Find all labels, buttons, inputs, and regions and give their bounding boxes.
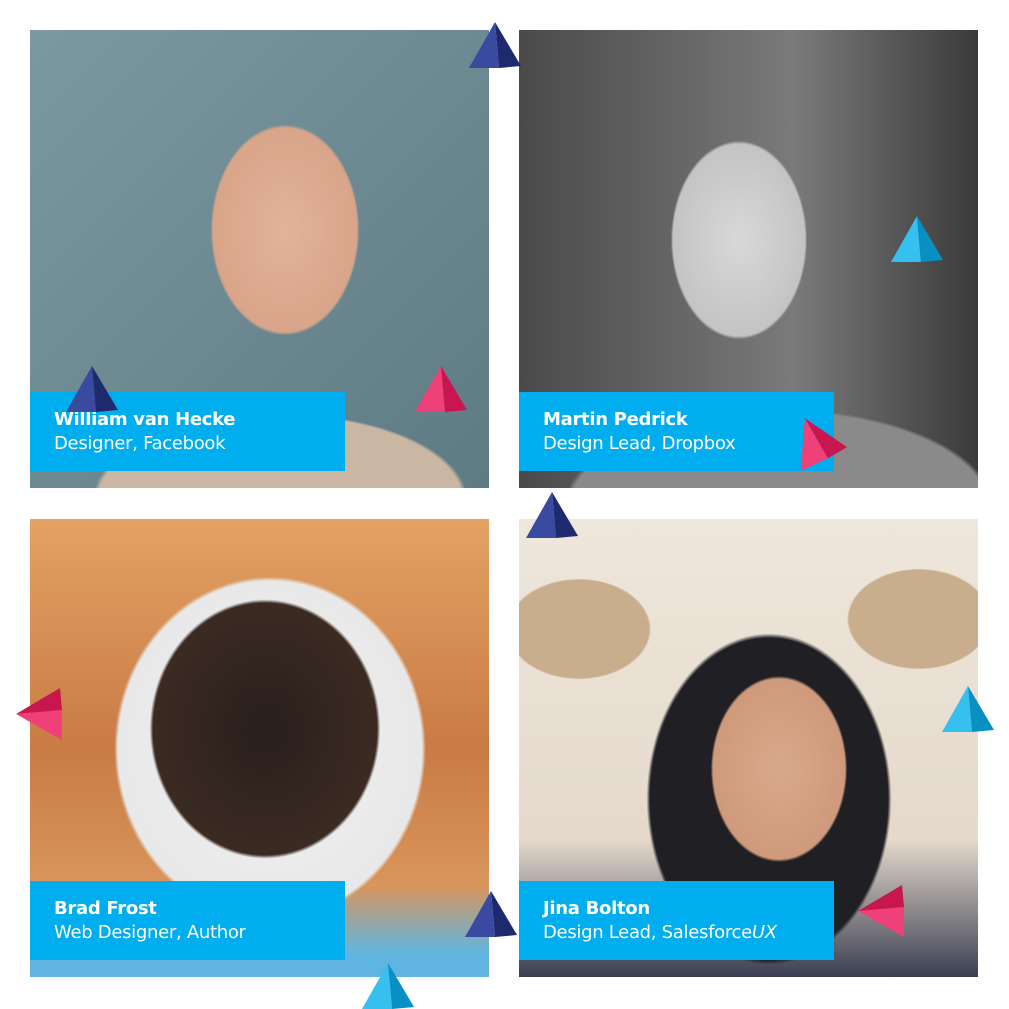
speaker-role: Designer, Facebook <box>54 433 226 454</box>
speaker-role: Design Lead, SalesforceUX <box>543 921 834 945</box>
speaker-label: William van Hecke Designer, Facebook <box>30 392 345 471</box>
speaker-card: William van Hecke Designer, Facebook <box>30 30 489 488</box>
speaker-name: William van Hecke <box>54 409 236 430</box>
speaker-label: Jina Bolton Design Lead, SalesforceUX <box>519 881 834 960</box>
speaker-name: Brad Frost <box>54 898 157 919</box>
role-emphasis: UX <box>751 922 777 943</box>
speaker-role: Design Lead, Dropbox <box>543 433 736 454</box>
speaker-label: Brad Frost Web Designer, Author <box>30 881 345 960</box>
speaker-card: Brad Frost Web Designer, Author <box>30 519 489 977</box>
speaker-card: Jina Bolton Design Lead, SalesforceUX <box>519 519 978 977</box>
speaker-name: Jina Bolton <box>543 898 650 919</box>
speaker-name: Martin Pedrick <box>543 409 688 430</box>
speaker-card: Martin Pedrick Design Lead, Dropbox <box>519 30 978 488</box>
speaker-role: Web Designer, Author <box>54 922 246 943</box>
speaker-label: Martin Pedrick Design Lead, Dropbox <box>519 392 834 471</box>
role-text: Design Lead, Salesforce <box>543 922 752 943</box>
